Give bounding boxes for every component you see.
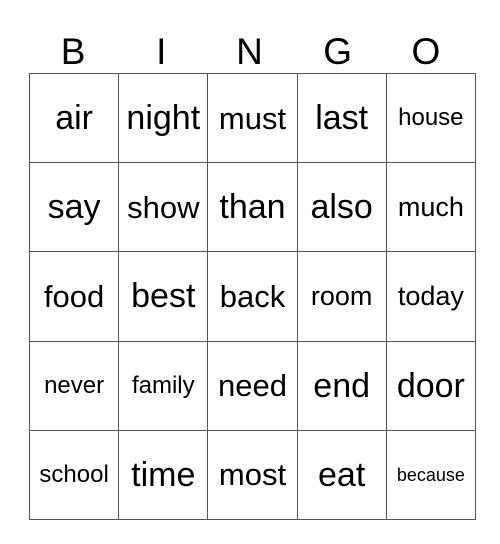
bingo-cell[interactable]: family [118, 340, 209, 431]
header-letter-b: B [60, 31, 86, 72]
bingo-cell[interactable]: must [207, 72, 298, 164]
bingo-cell[interactable]: never [28, 340, 120, 431]
bingo-cell[interactable]: school [28, 429, 120, 520]
header-letter-o: O [411, 31, 441, 72]
bingo-cell[interactable]: house [385, 72, 476, 164]
header-letter-i: I [156, 31, 167, 72]
bingo-cell[interactable]: show [118, 162, 209, 253]
bingo-grid: air night must last house say show than … [28, 72, 476, 520]
bingo-cell[interactable]: time [118, 429, 209, 520]
grid-row: say show than also much [28, 162, 476, 253]
bingo-cell[interactable]: because [385, 429, 476, 520]
bingo-cell[interactable]: room [296, 251, 387, 342]
bingo-cell[interactable]: back [207, 251, 298, 342]
grid-row: never family need end door [28, 340, 476, 431]
bingo-cell[interactable]: eat [296, 429, 387, 520]
bingo-cell[interactable]: say [28, 162, 120, 253]
bingo-cell[interactable]: food [28, 251, 120, 342]
grid-row: school time most eat because [28, 429, 476, 520]
bingo-cell[interactable]: most [207, 429, 298, 520]
bingo-cell[interactable]: than [207, 162, 298, 253]
bingo-cell[interactable]: best [118, 251, 209, 342]
header-letter-g: G [323, 31, 353, 72]
bingo-cell[interactable]: last [296, 72, 387, 164]
bingo-cell[interactable]: night [118, 72, 209, 164]
bingo-cell[interactable]: need [207, 340, 298, 431]
header-letter-n: N [236, 31, 263, 72]
bingo-cell[interactable]: air [28, 72, 120, 164]
bingo-cell[interactable]: today [385, 251, 476, 342]
bingo-cell[interactable]: end [296, 340, 387, 431]
bingo-cell[interactable]: much [385, 162, 476, 253]
grid-row: air night must last house [28, 72, 476, 164]
bingo-cell[interactable]: also [296, 162, 387, 253]
bingo-header: B I N G O [29, 30, 470, 73]
bingo-cell[interactable]: door [385, 340, 476, 431]
grid-row: food best back room today [28, 251, 476, 342]
